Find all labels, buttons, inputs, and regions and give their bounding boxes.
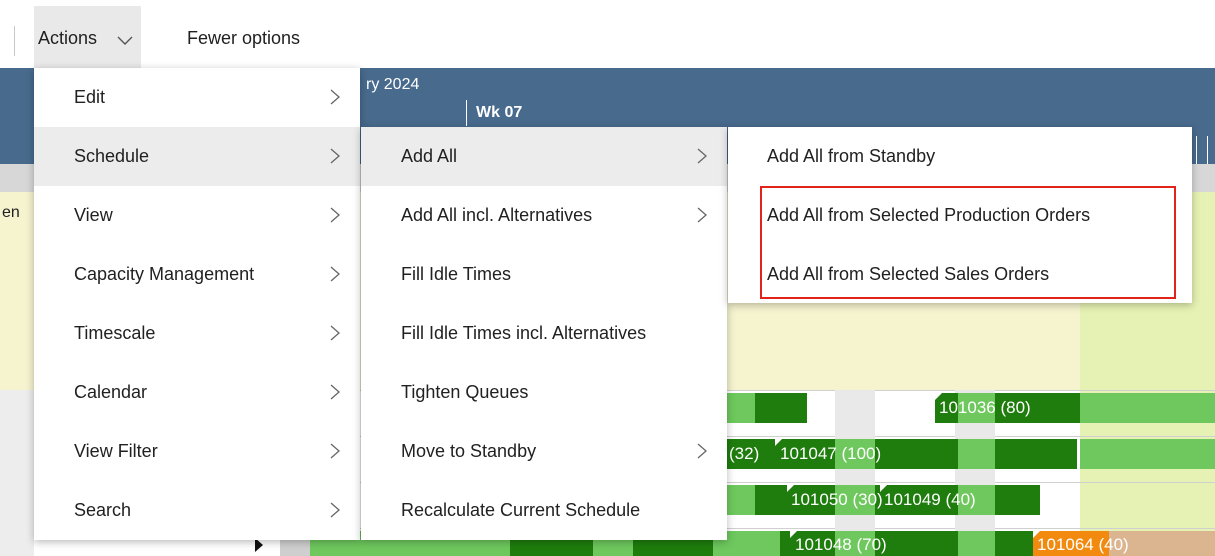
fewer-options-button[interactable]: Fewer options [187, 28, 300, 49]
menu-item-add-all[interactable]: Add All [361, 127, 727, 186]
toolbar-separator [14, 26, 15, 56]
gantt-bar[interactable] [1080, 393, 1215, 423]
schedule-submenu: Add All Add All incl. Alternatives Fill … [361, 127, 727, 540]
chevron-down-icon [115, 30, 135, 50]
menu-item-label: Move to Standby [401, 441, 537, 461]
gantt-bar[interactable] [1080, 439, 1215, 469]
expand-row-icon[interactable] [255, 538, 263, 552]
menu-item-label: View Filter [74, 441, 158, 461]
chevron-right-icon [328, 323, 342, 343]
bar-label: 101050 (30) [791, 490, 883, 509]
actions-menu: Edit Schedule View Capacity Management T… [34, 68, 360, 540]
menu-item-label: Capacity Management [74, 264, 255, 284]
chevron-right-icon [328, 382, 342, 402]
bar-label: (32) [729, 444, 760, 463]
bar-label: 101036 (80) [939, 398, 1031, 417]
menu-item-label: Add All incl. Alternatives [401, 205, 593, 225]
gantt-bar-segment [958, 439, 995, 469]
week-divider [466, 100, 467, 126]
chevron-right-icon [695, 146, 709, 166]
menu-item-fill-idle-times-incl-alternatives[interactable]: Fill Idle Times incl. Alternatives [361, 304, 727, 363]
menu-item-label: Schedule [74, 146, 150, 166]
chevron-right-icon [328, 146, 342, 166]
month-label: ry 2024 [366, 76, 420, 93]
menu-item-tighten-queues[interactable]: Tighten Queues [361, 363, 727, 422]
chevron-right-icon [695, 205, 709, 225]
week-label: Wk 07 [476, 104, 523, 121]
menu-item-capacity-management[interactable]: Capacity Management [34, 245, 360, 304]
chevron-right-icon [328, 205, 342, 225]
menu-item-label: Fill Idle Times [401, 264, 512, 284]
command-bar [0, 0, 1215, 68]
menu-item-schedule[interactable]: Schedule [34, 127, 360, 186]
gantt-bar[interactable] [755, 393, 807, 423]
menu-item-view[interactable]: View [34, 186, 360, 245]
actions-label: Actions [38, 28, 98, 48]
menu-item-fill-idle-times[interactable]: Fill Idle Times [361, 245, 727, 304]
menu-item-label: Search [74, 500, 132, 520]
menu-item-label: View [74, 205, 113, 225]
bar-label: 101064 (40) [1037, 535, 1129, 554]
chevron-right-icon [328, 441, 342, 461]
menu-item-label: Fill Idle Times incl. Alternatives [401, 323, 647, 343]
chevron-right-icon [695, 441, 709, 461]
menu-item-label: Calendar [74, 382, 148, 402]
menu-item-edit[interactable]: Edit [34, 68, 360, 127]
menu-item-add-all-incl-alternatives[interactable]: Add All incl. Alternatives [361, 186, 727, 245]
menu-item-label: Tighten Queues [401, 382, 529, 402]
menu-item-label: Recalculate Current Schedule [401, 500, 641, 520]
menu-item-view-filter[interactable]: View Filter [34, 422, 360, 481]
day-divider [1207, 136, 1208, 164]
gantt-bar[interactable] [727, 485, 755, 515]
day-divider [1196, 136, 1197, 164]
bar-label: 101047 (100) [780, 444, 882, 463]
menu-item-label: Add All [401, 146, 458, 166]
menu-item-timescale[interactable]: Timescale [34, 304, 360, 363]
gantt-bar-segment [958, 531, 995, 556]
menu-item-move-to-standby[interactable]: Move to Standby [361, 422, 727, 481]
row-label: en [2, 204, 20, 221]
row-header-column [0, 390, 34, 556]
bar-label: 101049 (40) [884, 490, 976, 509]
menu-item-recalculate-current-schedule[interactable]: Recalculate Current Schedule [361, 481, 727, 540]
chevron-right-icon [328, 500, 342, 520]
menu-item-label: Add All from Standby [767, 146, 936, 166]
gantt-bar[interactable] [727, 393, 755, 423]
menu-item-label: Timescale [74, 323, 156, 343]
menu-item-add-all-from-standby[interactable]: Add All from Standby [728, 127, 1192, 186]
chevron-right-icon [328, 264, 342, 284]
menu-item-search[interactable]: Search [34, 481, 360, 540]
menu-item-calendar[interactable]: Calendar [34, 363, 360, 422]
chevron-right-icon [328, 87, 342, 107]
bar-label: 101048 (70) [795, 535, 887, 554]
menu-item-label: Edit [74, 87, 106, 107]
highlight-box [760, 186, 1176, 299]
